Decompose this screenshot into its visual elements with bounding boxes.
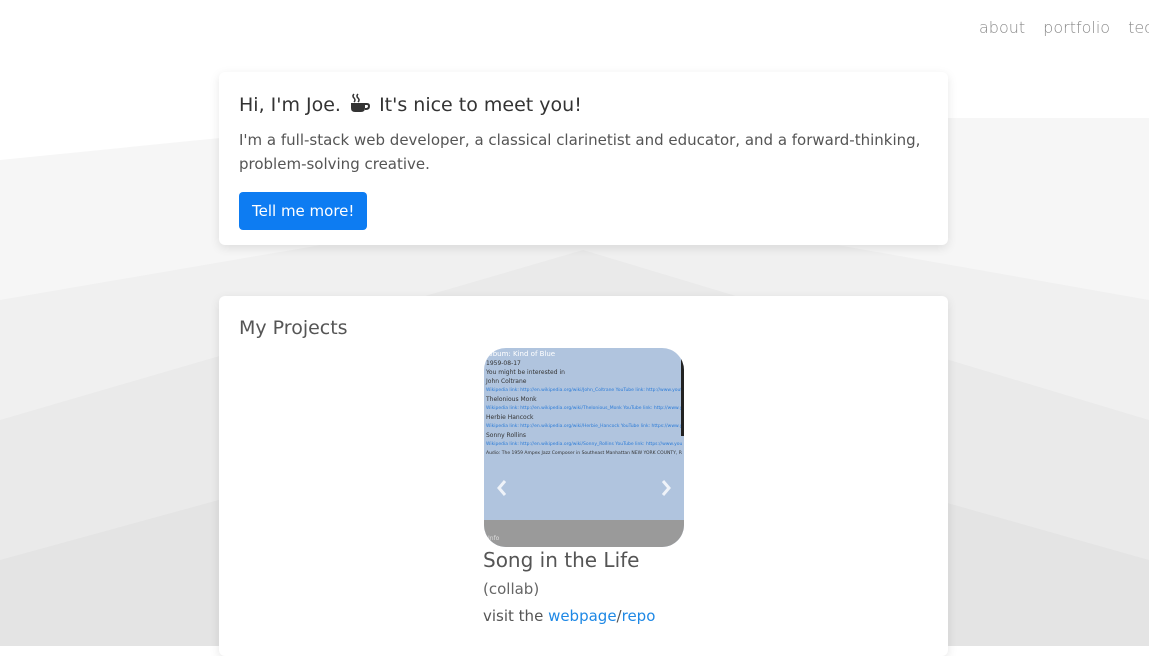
greeting-text: Hi, I'm Joe. bbox=[239, 94, 341, 116]
slide-link: Wikipedia link: http://en.wikipedia.org/… bbox=[486, 442, 682, 447]
carousel-prev-icon[interactable] bbox=[494, 478, 510, 498]
repo-link[interactable]: repo bbox=[622, 607, 656, 625]
slide-line: Herbie Hancock bbox=[486, 414, 534, 421]
project-title: Song in the Life bbox=[483, 548, 640, 572]
greeting-text-2: It's nice to meet you! bbox=[379, 94, 582, 116]
slide-line: Thelonious Monk bbox=[486, 396, 537, 403]
projects-card: My Projects Album: Kind of Blue 1959-08-… bbox=[219, 296, 948, 656]
top-nav: about portfolio tech bbox=[979, 18, 1149, 42]
slide-link: Wikipedia link: http://en.wikipedia.org/… bbox=[486, 388, 682, 393]
projects-heading: My Projects bbox=[239, 317, 348, 339]
slide-line: Sonny Rollins bbox=[486, 432, 527, 439]
slide-title: Album: Kind of Blue bbox=[486, 350, 556, 358]
slide-line: Audio: The 1959 Ampex Jazz Composer in S… bbox=[486, 451, 682, 456]
slide-line: John Coltrane bbox=[486, 378, 527, 385]
tell-me-more-button[interactable]: Tell me more! bbox=[239, 192, 368, 230]
nav-tech[interactable]: tech bbox=[1128, 18, 1149, 37]
project-tag: (collab) bbox=[483, 580, 540, 598]
project-carousel[interactable]: Album: Kind of Blue 1959-08-17 You might… bbox=[484, 348, 684, 547]
nav-about[interactable]: about bbox=[979, 18, 1025, 37]
links-prefix: visit the bbox=[483, 607, 549, 625]
slide-footer-label: Info bbox=[488, 535, 500, 542]
intro-card: Hi, I'm Joe. It's nice to meet you! I'm … bbox=[219, 72, 948, 245]
slide-link: Wikipedia link: http://en.wikipedia.org/… bbox=[486, 406, 682, 411]
intro-greeting: Hi, I'm Joe. It's nice to meet you! bbox=[239, 92, 928, 120]
slide-line: You might be interested in bbox=[486, 369, 565, 376]
nav-portfolio[interactable]: portfolio bbox=[1043, 18, 1110, 37]
intro-bio: I'm a full-stack web developer, a classi… bbox=[239, 131, 921, 173]
slide-link: Wikipedia link: http://en.wikipedia.org/… bbox=[486, 424, 682, 429]
slide-line: 1959-08-17 bbox=[486, 360, 521, 367]
webpage-link[interactable]: webpage bbox=[548, 607, 616, 625]
slide-footer: Info bbox=[484, 520, 684, 547]
carousel-next-icon[interactable] bbox=[658, 478, 674, 498]
project-links: visit the webpage/repo bbox=[483, 607, 655, 625]
slide-edge bbox=[681, 348, 684, 436]
slide-screenshot: Album: Kind of Blue 1959-08-17 You might… bbox=[486, 350, 682, 458]
coffee-icon bbox=[349, 93, 371, 120]
